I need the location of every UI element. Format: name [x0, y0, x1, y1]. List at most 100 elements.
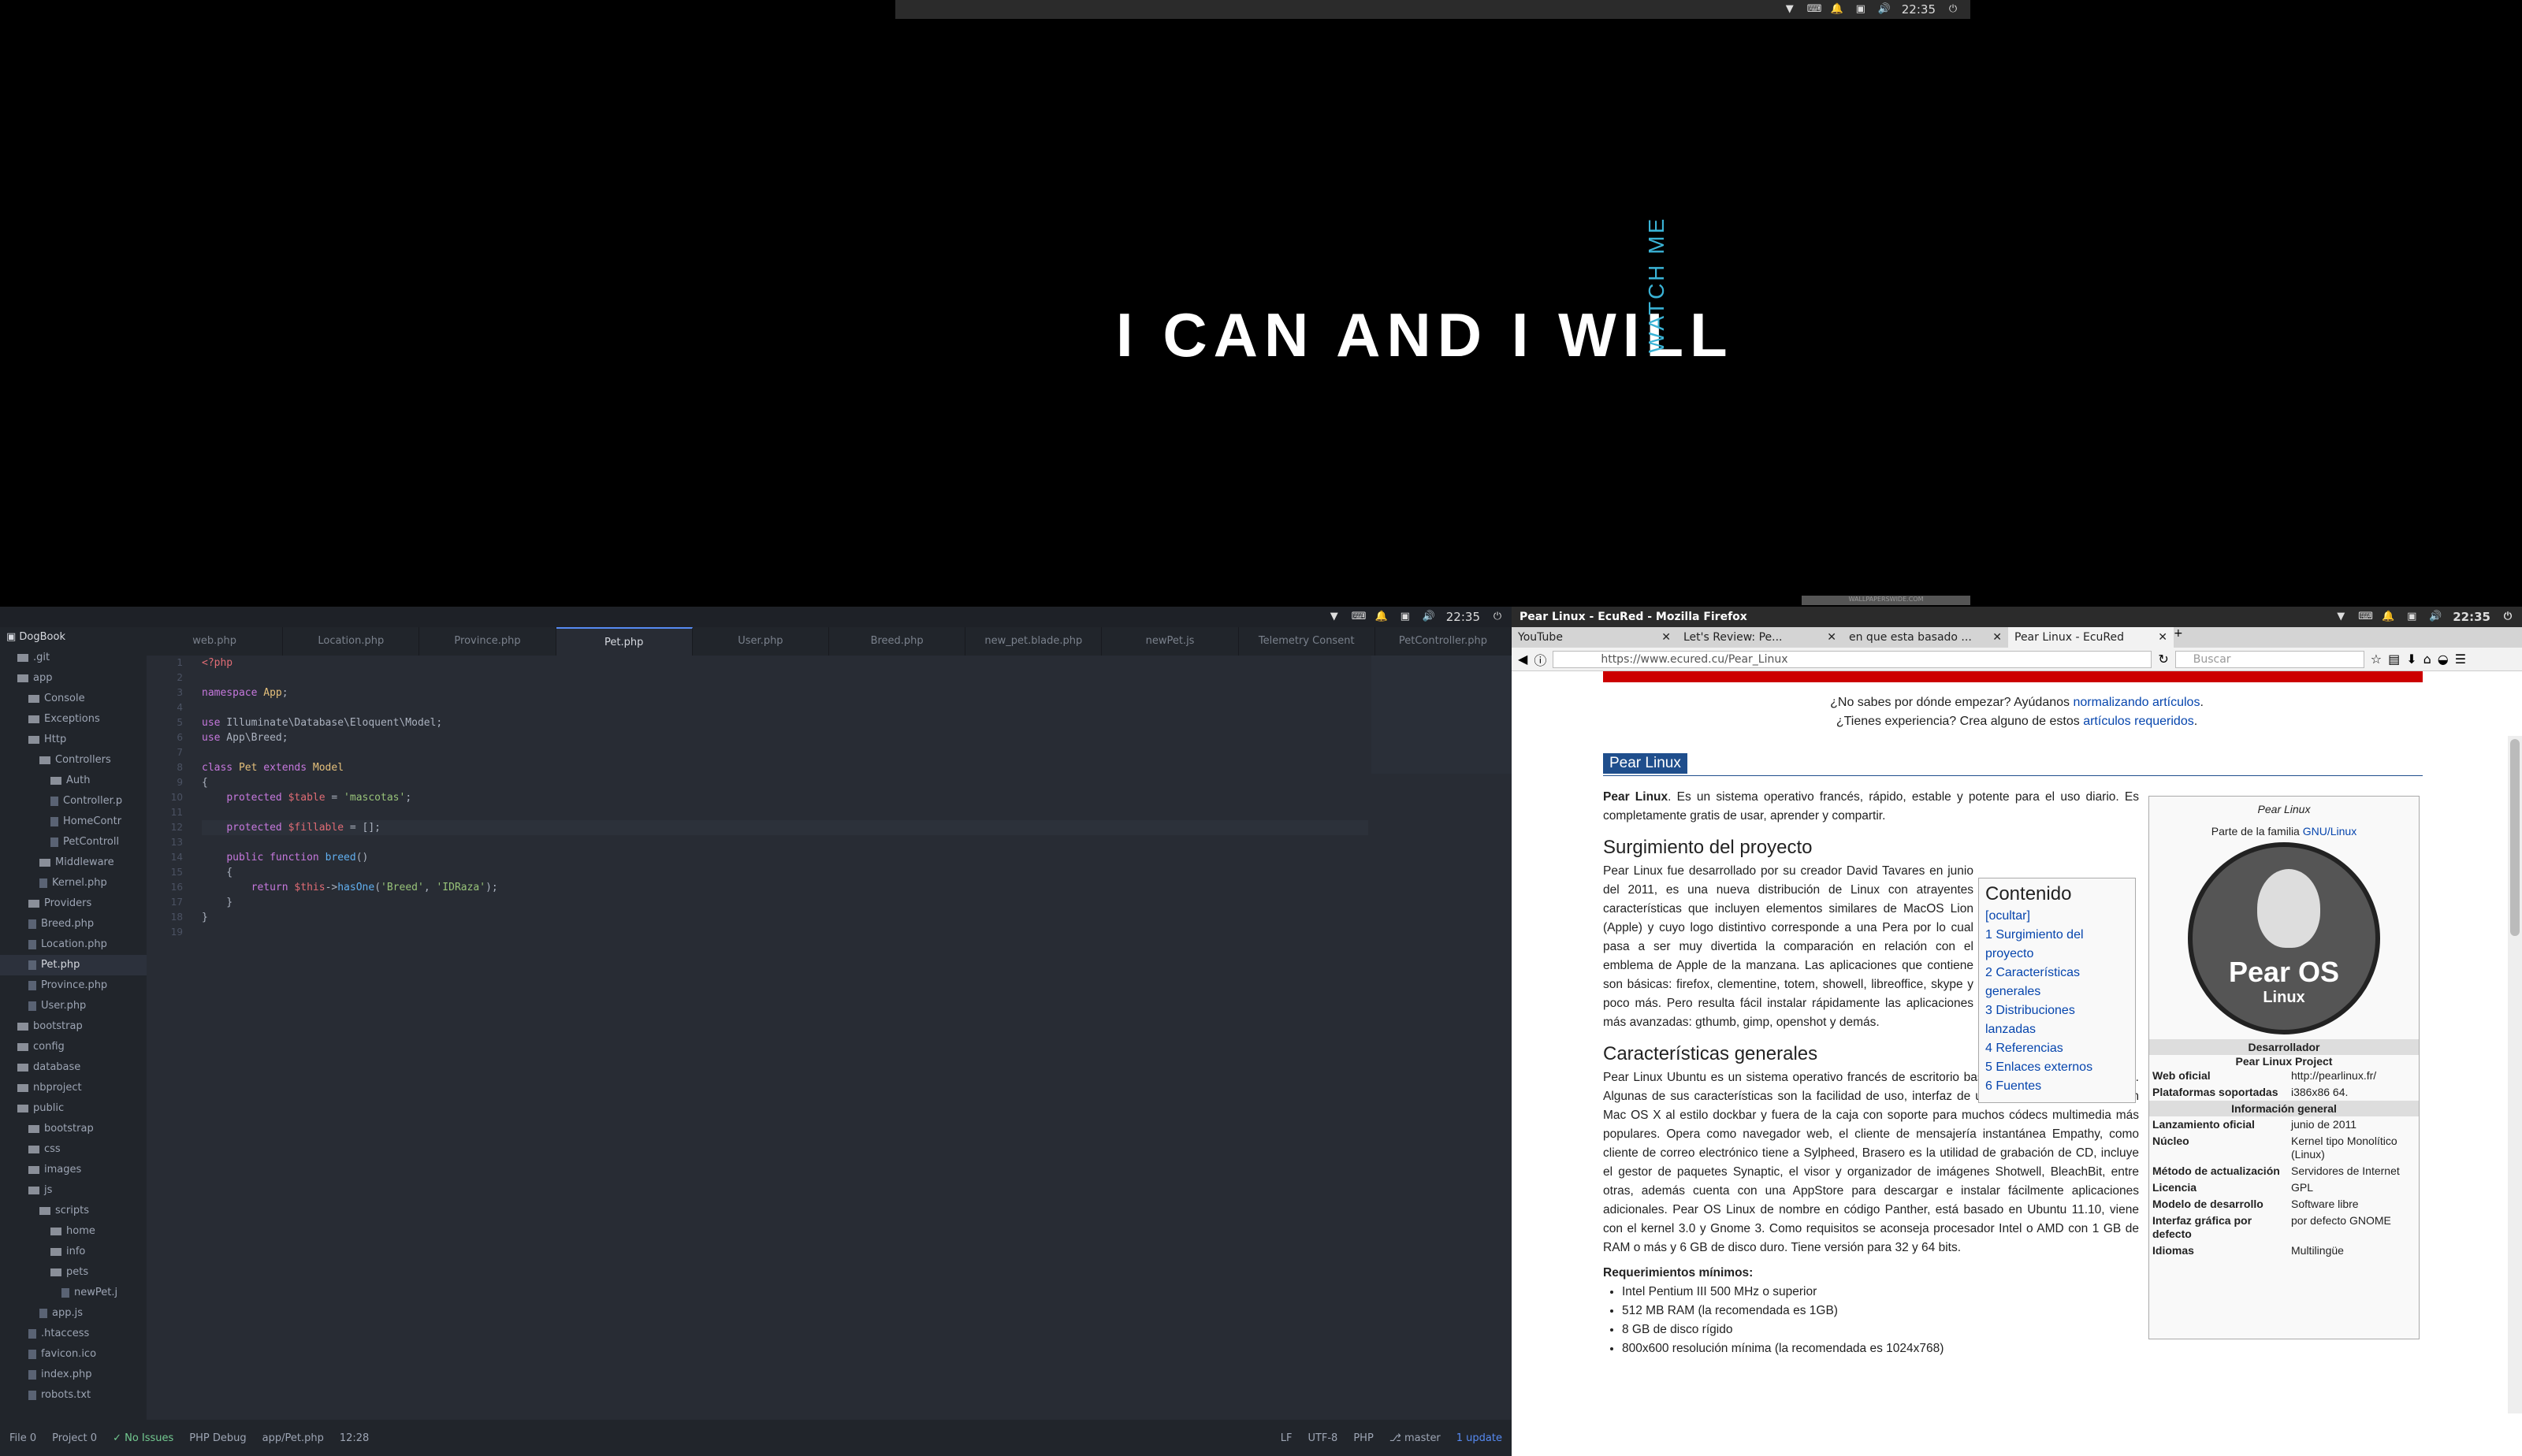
- volume-icon[interactable]: 🔊: [1878, 3, 1891, 16]
- browser-tab[interactable]: YouTube ✕: [1512, 627, 1677, 648]
- tree-folder[interactable]: config: [0, 1037, 147, 1057]
- tree-folder[interactable]: Exceptions: [0, 709, 147, 730]
- editor-tab[interactable]: User.php: [693, 627, 830, 656]
- editor-tab[interactable]: Province.php: [419, 627, 556, 656]
- power-icon[interactable]: ⏻: [1947, 3, 1959, 16]
- help1-link[interactable]: normalizando artículos: [2073, 696, 2200, 709]
- status-issues[interactable]: ✓ No Issues: [113, 1432, 173, 1444]
- tree-file[interactable]: index.php: [0, 1365, 147, 1385]
- keyboard-icon[interactable]: ⌨: [2358, 611, 2373, 623]
- tree-file[interactable]: PetControll: [0, 832, 147, 852]
- editor-tab[interactable]: web.php: [147, 627, 284, 656]
- tree-folder[interactable]: bootstrap: [0, 1016, 147, 1037]
- wifi-icon[interactable]: ▼: [1328, 611, 1341, 623]
- close-tab-icon[interactable]: ✕: [2158, 627, 2167, 648]
- info-icon[interactable]: ⓘ: [1534, 650, 1546, 669]
- power-icon[interactable]: ⏻: [2502, 611, 2514, 623]
- tree-folder[interactable]: scripts: [0, 1201, 147, 1221]
- reader-icon[interactable]: ▤: [2388, 652, 2400, 667]
- tree-file[interactable]: .htaccess: [0, 1324, 147, 1344]
- tree-folder[interactable]: Http: [0, 730, 147, 750]
- status-path[interactable]: app/Pet.php: [262, 1432, 324, 1444]
- tree-file[interactable]: Controller.p: [0, 791, 147, 812]
- new-tab-icon[interactable]: +: [2174, 627, 2183, 648]
- app-indicator-icon[interactable]: ▣: [2405, 611, 2418, 623]
- family-link[interactable]: GNU/Linux: [2303, 825, 2356, 838]
- editor-tab[interactable]: Breed.php: [829, 627, 966, 656]
- help2-link[interactable]: artículos requeridos: [2083, 715, 2194, 728]
- keyboard-icon[interactable]: ⌨: [1807, 3, 1822, 16]
- status-encoding[interactable]: UTF-8: [1307, 1432, 1337, 1444]
- wifi-icon[interactable]: ▼: [2334, 611, 2347, 623]
- editor-tab[interactable]: PetController.php: [1375, 627, 1512, 656]
- volume-icon[interactable]: 🔊: [1423, 611, 1435, 623]
- toc-item[interactable]: 3 Distribuciones lanzadas: [1985, 1001, 2129, 1039]
- browser-tab[interactable]: Let's Review: Pe... ✕: [1677, 627, 1843, 648]
- editor-tab[interactable]: new_pet.blade.php: [965, 627, 1103, 656]
- wifi-icon[interactable]: ▼: [1784, 3, 1796, 16]
- bell-icon[interactable]: 🔔: [1831, 3, 1843, 16]
- status-branch[interactable]: ⎇ master: [1389, 1432, 1441, 1444]
- bell-icon[interactable]: 🔔: [2382, 611, 2394, 623]
- close-tab-icon[interactable]: ✕: [1827, 627, 1836, 648]
- status-project[interactable]: Project 0: [52, 1432, 97, 1444]
- toc-item[interactable]: 1 Surgimiento del proyecto: [1985, 926, 2129, 964]
- scroll-thumb[interactable]: [2510, 739, 2520, 936]
- browser-tab[interactable]: Pear Linux - EcuRed ✕: [2008, 627, 2174, 648]
- tree-folder[interactable]: public: [0, 1098, 147, 1119]
- editor-tab[interactable]: Telemetry Consent: [1239, 627, 1375, 656]
- tree-folder[interactable]: images: [0, 1160, 147, 1180]
- clock[interactable]: 22:35: [1902, 2, 1936, 17]
- tree-file[interactable]: Location.php: [0, 934, 147, 955]
- status-update[interactable]: 1 update: [1456, 1432, 1502, 1444]
- toc-item[interactable]: 2 Características generales: [1985, 964, 2129, 1001]
- minimap[interactable]: [1371, 656, 1512, 774]
- tree-folder[interactable]: css: [0, 1139, 147, 1160]
- keyboard-icon[interactable]: ⌨: [1352, 611, 1367, 623]
- close-tab-icon[interactable]: ✕: [1661, 627, 1671, 648]
- editor-tab[interactable]: Pet.php: [556, 627, 693, 656]
- tree-folder[interactable]: app: [0, 668, 147, 689]
- tree-folder[interactable]: info: [0, 1242, 147, 1262]
- bell-icon[interactable]: 🔔: [1375, 611, 1388, 623]
- tree-folder[interactable]: Providers: [0, 893, 147, 914]
- tree-folder[interactable]: bootstrap: [0, 1119, 147, 1139]
- status-grammar[interactable]: PHP: [1353, 1432, 1373, 1444]
- tree-folder[interactable]: pets: [0, 1262, 147, 1283]
- bookmark-star-icon[interactable]: ☆: [2371, 652, 2382, 667]
- app-indicator-icon[interactable]: ▣: [1399, 611, 1412, 623]
- app-indicator-icon[interactable]: ▣: [1854, 3, 1867, 16]
- tree-folder[interactable]: Auth: [0, 771, 147, 791]
- editor-tab[interactable]: Location.php: [283, 627, 420, 656]
- tree-file[interactable]: Kernel.php: [0, 873, 147, 893]
- status-eol[interactable]: LF: [1281, 1432, 1293, 1444]
- tree-folder[interactable]: .git: [0, 648, 147, 668]
- status-file[interactable]: File 0: [9, 1432, 36, 1444]
- power-icon[interactable]: ⏻: [1491, 611, 1504, 623]
- tree-folder[interactable]: Controllers: [0, 750, 147, 771]
- project-root[interactable]: ▣ DogBook: [0, 627, 147, 648]
- clock[interactable]: 22:35: [1446, 610, 1480, 624]
- tree-file[interactable]: Breed.php: [0, 914, 147, 934]
- toc-item[interactable]: 4 Referencias: [1985, 1039, 2129, 1058]
- url-bar[interactable]: https://www.ecured.cu/Pear_Linux: [1553, 650, 2152, 668]
- tree-file[interactable]: HomeContr: [0, 812, 147, 832]
- status-debug[interactable]: PHP Debug: [189, 1432, 246, 1444]
- browser-tab[interactable]: en que esta basado ... ✕: [1843, 627, 2008, 648]
- code-area[interactable]: <?php namespace App; use Illuminate\Data…: [202, 656, 1368, 1420]
- tree-file[interactable]: Pet.php: [0, 955, 147, 975]
- tree-file[interactable]: newPet.j: [0, 1283, 147, 1303]
- toc-hide-link[interactable]: [ocultar]: [1985, 907, 2129, 926]
- tree-file[interactable]: Province.php: [0, 975, 147, 996]
- toc-item[interactable]: 6 Fuentes: [1985, 1077, 2129, 1096]
- tree-folder[interactable]: Middleware: [0, 852, 147, 873]
- clock[interactable]: 22:35: [2453, 610, 2490, 624]
- volume-icon[interactable]: 🔊: [2429, 611, 2442, 623]
- tree-file[interactable]: app.js: [0, 1303, 147, 1324]
- page-scrollbar[interactable]: [2508, 736, 2522, 1413]
- home-icon[interactable]: ⌂: [2423, 652, 2431, 667]
- close-tab-icon[interactable]: ✕: [1992, 627, 2002, 648]
- editor-tab[interactable]: newPet.js: [1102, 627, 1239, 656]
- toc-item[interactable]: 5 Enlaces externos: [1985, 1058, 2129, 1077]
- reload-icon[interactable]: ↻: [2158, 652, 2168, 667]
